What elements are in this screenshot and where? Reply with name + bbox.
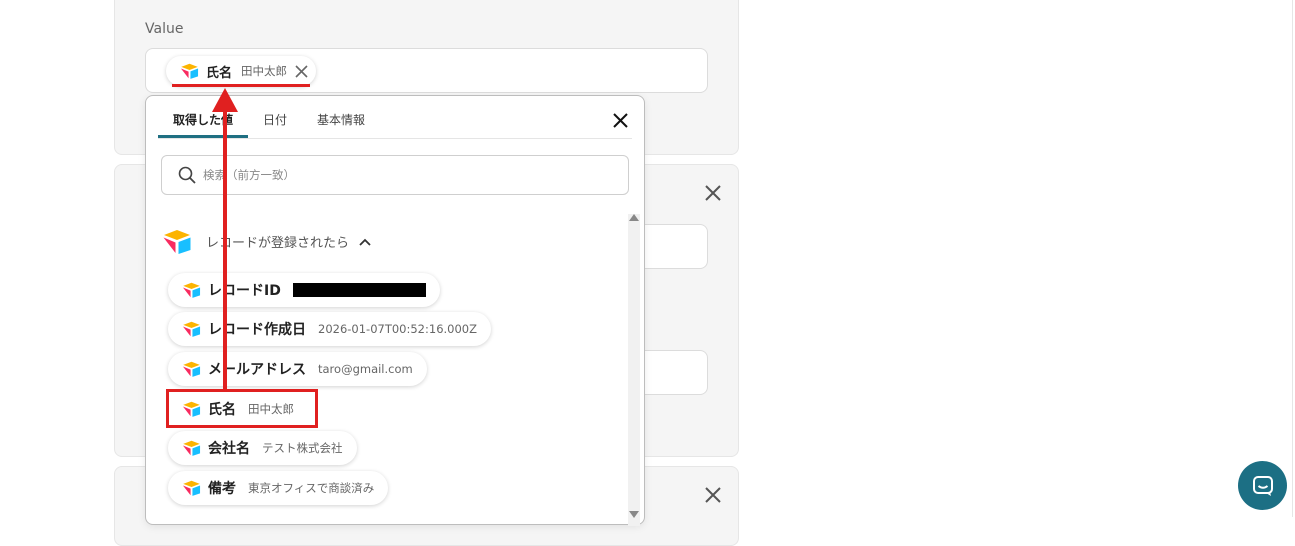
chat-button[interactable] [1238,461,1287,510]
selected-value-chip[interactable]: 氏名 田中太郎 [166,56,317,86]
field-input-behind-2[interactable] [640,350,708,395]
airtable-logo-icon [182,361,201,377]
airtable-logo-icon [182,480,201,496]
item-key: 会社名 [208,441,250,457]
item-value: 東京オフィスで商談済み [248,481,375,495]
item-key: レコードID [208,283,281,299]
list-item[interactable]: 備考 東京オフィスで商談済み [168,471,389,505]
list-item[interactable]: 会社名 テスト株式会社 [168,431,357,465]
annotation-underline [172,84,310,87]
chip-value: 田中太郎 [241,64,288,78]
airtable-logo-icon [163,230,191,254]
section-title: レコードが登録されたら [206,236,350,251]
airtable-logo-icon [180,63,199,79]
chip-key: 氏名 [206,65,233,81]
remove-field-icon[interactable] [704,486,722,504]
tab-divider [158,138,632,139]
search-input[interactable] [201,167,585,183]
close-icon[interactable] [612,112,629,133]
list-item[interactable]: レコード作成日 2026-01-07T00:52:16.000Z [168,312,491,346]
list-item[interactable]: レコードID [168,273,440,307]
annotation-arrow-head [212,88,238,112]
item-value: 2026-01-07T00:52:16.000Z [318,322,477,336]
picker-tabs: 取得した値 日付 基本情報 [158,96,380,138]
item-value: テスト株式会社 [262,441,343,455]
annotation-arrow [223,108,227,390]
value-label: Value [145,21,184,37]
redacted-value [292,283,426,297]
item-key: 備考 [208,481,236,497]
search-field[interactable] [161,155,629,195]
airtable-logo-icon [182,321,201,337]
scroll-up-arrow[interactable] [629,214,639,221]
field-input-behind-1[interactable] [640,224,708,269]
tab-basic-info[interactable]: 基本情報 [302,96,380,138]
airtable-logo-icon [182,440,201,456]
scrollbar[interactable] [628,214,640,526]
remove-field-icon[interactable] [704,184,722,202]
search-icon [178,166,196,184]
close-icon[interactable] [295,64,308,78]
chat-icon [1252,475,1273,496]
airtable-logo-icon [182,282,201,298]
annotation-highlight-box [166,389,318,428]
section-header[interactable]: レコードが登録されたら [162,229,371,254]
right-edge-divider [1292,0,1293,517]
item-value: taro@gmail.com [318,362,413,376]
list-item[interactable]: メールアドレス taro@gmail.com [168,352,427,386]
chevron-up-icon[interactable] [359,238,371,246]
tab-date[interactable]: 日付 [248,96,302,138]
